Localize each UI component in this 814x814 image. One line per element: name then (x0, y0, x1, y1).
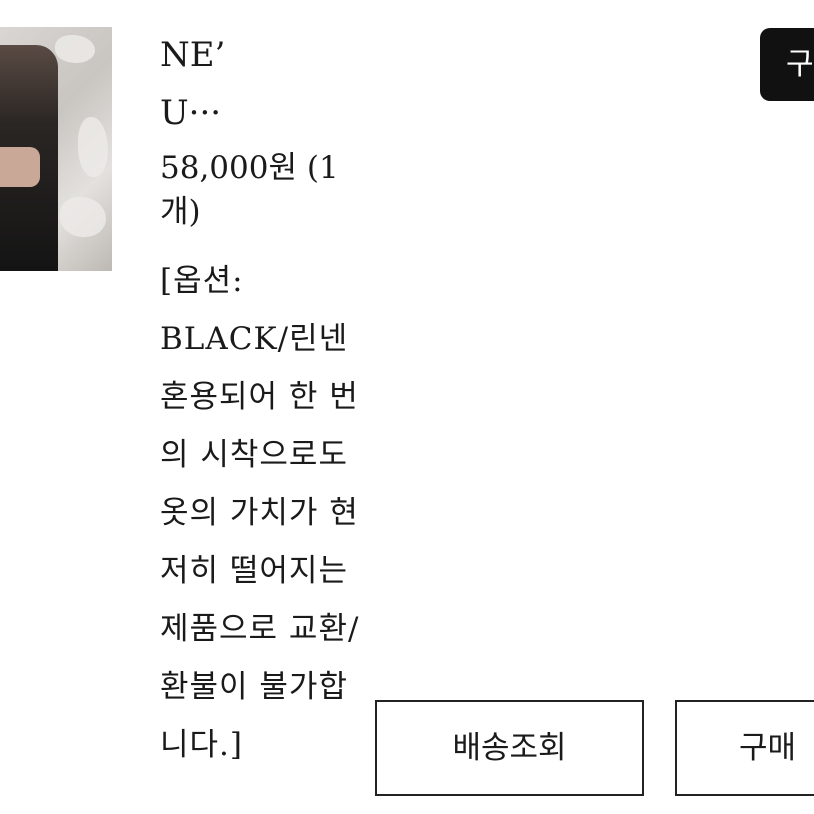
product-price: 58,000원 (1개) (160, 150, 339, 230)
product-title-line2[interactable]: U··· (160, 91, 221, 135)
purchase-button[interactable]: 구매 (675, 700, 814, 796)
track-delivery-button[interactable]: 배송조회 (375, 700, 644, 796)
product-title-line1[interactable]: NE’ (160, 33, 225, 77)
product-thumbnail[interactable] (0, 27, 112, 271)
product-photo-skin (0, 147, 40, 187)
purchase-confirm-button[interactable]: 구 (760, 28, 814, 101)
product-option: [옵션: BLACK/린넨 혼용되어 한 번의 시착으로도 옷의 가치가 현저히… (160, 263, 360, 763)
